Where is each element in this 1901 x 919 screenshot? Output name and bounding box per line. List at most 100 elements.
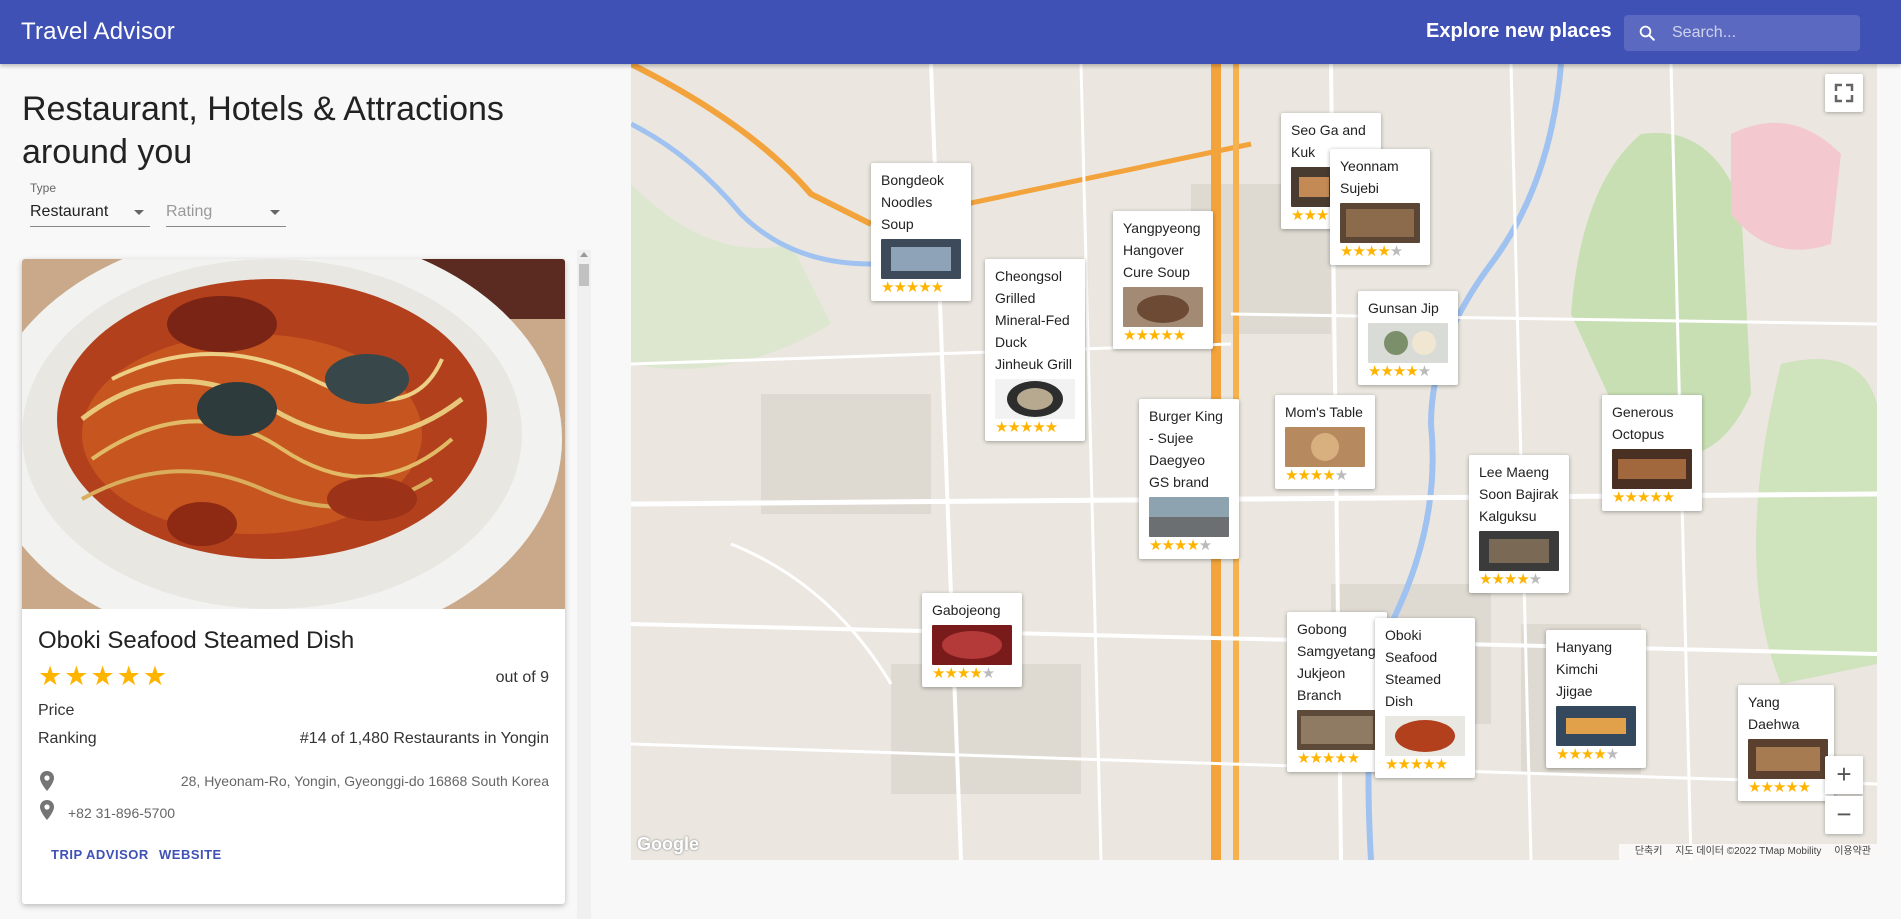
marker-photo (1297, 710, 1377, 750)
search-icon (1639, 25, 1655, 41)
map-marker[interactable]: Burger King - Sujee Daegyeo GS brand ★★★… (1139, 399, 1239, 559)
marker-photo (1368, 323, 1448, 363)
explore-label: Explore new places (1426, 20, 1612, 42)
fullscreen-icon (1834, 83, 1854, 103)
map-attribution: 단축키 지도 데이터 ©2022 TMap Mobility 이용약관 (1618, 844, 1877, 860)
list-scrollbar[interactable] (577, 250, 591, 919)
place-name: Oboki Seafood Steamed Dish (38, 627, 355, 654)
star-icon: ★ (142, 661, 168, 691)
marker-name: Yangpyeong Hangover Cure Soup (1123, 220, 1201, 280)
marker-photo (995, 379, 1075, 419)
fullscreen-button[interactable] (1825, 74, 1863, 112)
marker-photo (1612, 449, 1692, 489)
marker-name: Hanyang Kimchi Jjigae (1556, 639, 1613, 699)
marker-rating: ★★★★★ (1368, 363, 1431, 380)
place-card: Oboki Seafood Steamed Dish ★★★★★ out of … (22, 259, 565, 904)
marker-rating: ★★★★★ (1340, 243, 1403, 260)
tripadvisor-link[interactable]: TRIP ADVISOR (51, 847, 149, 862)
marker-photo (1149, 497, 1229, 537)
marker-photo (1340, 203, 1420, 243)
marker-photo (1556, 706, 1636, 746)
app-bar: Travel Advisor Explore new places (0, 0, 1901, 64)
marker-name: Bongdeok Noodles Soup (881, 172, 945, 232)
marker-rating: ★★★★★ (995, 419, 1058, 436)
review-count: out of 9 (495, 669, 549, 686)
search-input[interactable] (1672, 15, 1852, 51)
marker-name: Gabojeong (932, 602, 1001, 618)
map-marker[interactable]: Lee Maeng Soon Bajirak Kalguksu ★★★★★ (1469, 455, 1569, 593)
marker-rating: ★★★★★ (1748, 779, 1811, 796)
google-logo: Google (637, 834, 699, 854)
app-title: Travel Advisor (21, 18, 175, 45)
marker-rating: ★★★★★ (1123, 327, 1186, 344)
type-select[interactable]: Restaurant (30, 197, 150, 227)
phone-pin-icon (40, 800, 54, 820)
marker-name: Yeonnam Sujebi (1340, 158, 1399, 196)
marker-photo (932, 625, 1012, 665)
website-link[interactable]: WEBSITE (159, 847, 222, 862)
location-pin-icon (40, 771, 54, 791)
map-marker[interactable]: Mom's Table ★★★★★ (1275, 395, 1375, 489)
keyboard-shortcuts-link[interactable]: 단축키 (1635, 846, 1663, 857)
place-rating: ★★★★★ (38, 661, 169, 692)
map-marker[interactable]: Bongdeok Noodles Soup ★★★★★ (871, 163, 971, 301)
map-marker[interactable]: Yeonnam Sujebi ★★★★★ (1330, 149, 1430, 265)
map-marker[interactable]: Generous Octopus ★★★★★ (1602, 395, 1702, 511)
place-address: 28, Hyeonam-Ro, Yongin, Gyeonggi-do 1686… (180, 773, 549, 789)
marker-rating: ★★★★★ (1297, 750, 1360, 767)
star-icon: ★ (64, 661, 89, 691)
terms-link[interactable]: 이용약관 (1834, 846, 1871, 857)
map-marker[interactable]: Oboki Seafood Steamed Dish ★★★★★ (1375, 618, 1475, 778)
marker-rating: ★★★★★ (1385, 756, 1448, 773)
marker-name: Generous Octopus (1612, 404, 1674, 442)
marker-photo (1479, 531, 1559, 571)
marker-photo (1385, 716, 1465, 756)
marker-photo (881, 239, 961, 279)
rating-select[interactable]: Rating (166, 197, 286, 227)
map-marker[interactable]: Gabojeong ★★★★★ (922, 593, 1022, 687)
marker-name: Burger King - Sujee Daegyeo GS brand (1149, 408, 1223, 490)
map-marker[interactable]: Yang Daehwa ★★★★★ (1738, 685, 1834, 801)
marker-rating: ★★★★★ (881, 279, 944, 296)
marker-name: Mom's Table (1285, 404, 1363, 420)
zoom-out-button[interactable]: − (1825, 796, 1863, 834)
marker-rating: ★★★★★ (1556, 746, 1619, 763)
chevron-down-icon (134, 210, 144, 215)
place-photo (22, 259, 565, 609)
marker-rating: ★★★★★ (932, 665, 995, 682)
zoom-in-button[interactable]: + (1825, 756, 1863, 794)
marker-rating: ★★★★★ (1285, 467, 1348, 484)
page-heading: Restaurant, Hotels & Attractions around … (22, 90, 504, 171)
marker-name: Gunsan Jip (1368, 300, 1439, 316)
star-icon: ★ (90, 661, 115, 691)
search-box[interactable] (1624, 15, 1860, 51)
map-marker[interactable]: Hanyang Kimchi Jjigae ★★★★★ (1546, 630, 1646, 768)
type-label: Type (30, 181, 57, 195)
marker-name: Cheongsol Grilled Mineral-Fed Duck Jinhe… (995, 268, 1073, 372)
map-marker[interactable]: Gunsan Jip ★★★★★ (1358, 291, 1458, 385)
map[interactable]: Bongdeok Noodles Soup ★★★★★ Cheongsol Gr… (631, 64, 1877, 860)
star-icon: ★ (116, 661, 141, 691)
type-select-value: Restaurant (30, 203, 109, 220)
marker-name: Lee Maeng Soon Bajirak Kalguksu (1479, 464, 1559, 524)
map-marker[interactable]: Yangpyeong Hangover Cure Soup ★★★★★ (1113, 211, 1213, 349)
marker-photo (1123, 287, 1203, 327)
price-label: Price (38, 702, 75, 719)
ranking-label: Ranking (38, 730, 97, 747)
marker-name: Gobong Samgyetang Jukjeon Branch (1297, 621, 1376, 703)
scroll-up-arrow[interactable] (580, 252, 588, 257)
marker-rating: ★★★★★ (1479, 571, 1542, 588)
place-phone: +82 31-896-5700 (68, 805, 176, 821)
chevron-down-icon (270, 210, 280, 215)
marker-photo (1285, 427, 1365, 467)
ranking-value: #14 of 1,480 Restaurants in Yongin (299, 730, 549, 747)
rating-select-placeholder: Rating (166, 203, 213, 220)
map-marker[interactable]: Cheongsol Grilled Mineral-Fed Duck Jinhe… (985, 259, 1085, 441)
star-icon: ★ (38, 661, 63, 691)
marker-name: Yang Daehwa (1748, 694, 1800, 732)
marker-photo (1748, 739, 1828, 779)
marker-rating: ★★★★★ (1149, 537, 1212, 554)
marker-name: Oboki Seafood Steamed Dish (1385, 627, 1442, 709)
scrollbar-thumb[interactable] (579, 264, 589, 286)
map-marker[interactable]: Gobong Samgyetang Jukjeon Branch ★★★★★ (1287, 612, 1387, 772)
